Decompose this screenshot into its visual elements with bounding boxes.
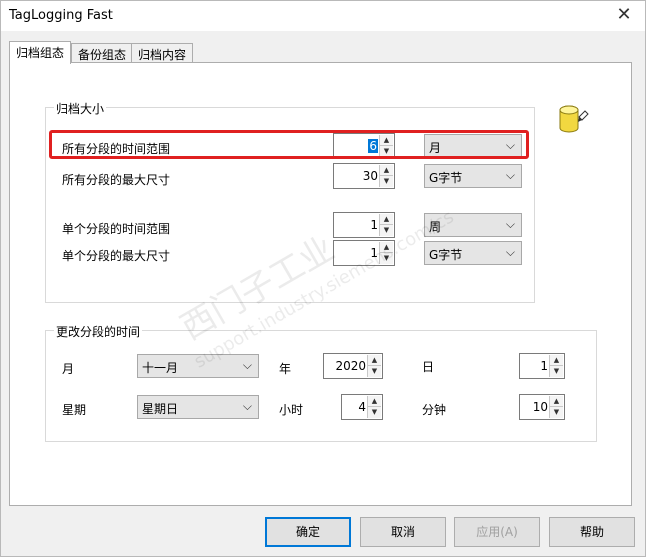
month-label: 月 — [62, 362, 75, 376]
archive-size-title: 归档大小 — [54, 100, 107, 117]
title-bar: TagLogging Fast ✕ — [1, 1, 645, 31]
select-value: G字节 — [429, 171, 463, 185]
help-button[interactable]: 帮助 — [549, 517, 635, 547]
spinner-arrows[interactable]: ▲ ▼ — [367, 396, 381, 418]
database-edit-icon[interactable] — [557, 103, 589, 137]
chevron-down-icon: ⌵ — [505, 245, 515, 259]
tab-label: 备份组态 — [78, 48, 127, 62]
change-time-title: 更改分段的时间 — [54, 323, 143, 340]
spin-down-icon[interactable]: ▼ — [368, 407, 381, 418]
spinner-value[interactable]: 2020 — [335, 359, 366, 373]
spinner-value[interactable]: 30 — [363, 169, 378, 183]
segment-time-range-spinner[interactable]: 1 ▲ ▼ — [333, 212, 395, 238]
spin-up-icon[interactable]: ▲ — [380, 165, 393, 176]
minute-spinner[interactable]: 10 ▲ ▼ — [519, 394, 565, 420]
dialog-window: TagLogging Fast ✕ 归档组态 备份组态 归档内容 归档大小 所有… — [0, 0, 646, 557]
spin-down-icon[interactable]: ▼ — [380, 176, 393, 187]
select-value: 星期日 — [142, 402, 179, 416]
change-time-group: 更改分段的时间 — [45, 323, 597, 442]
chevron-down-icon: ⌵ — [242, 399, 252, 413]
spinner-value[interactable]: 1 — [370, 218, 378, 232]
total-size-unit-select[interactable]: G字节 ⌵ — [424, 164, 522, 188]
apply-button[interactable]: 应用(A) — [454, 517, 540, 547]
tab-label: 归档组态 — [16, 46, 65, 60]
spin-down-icon[interactable]: ▼ — [550, 407, 563, 418]
weekday-label: 星期 — [62, 403, 87, 417]
spinner-arrows[interactable]: ▲ ▼ — [379, 214, 393, 236]
total-max-size-spinner[interactable]: 30 ▲ ▼ — [333, 163, 395, 189]
total-max-size-label: 所有分段的最大尺寸 — [62, 173, 171, 187]
year-label: 年 — [279, 362, 292, 376]
spinner-arrows[interactable]: ▲ ▼ — [549, 396, 563, 418]
segment-time-range-label: 单个分段的时间范围 — [62, 222, 171, 236]
segment-max-size-label: 单个分段的最大尺寸 — [62, 249, 171, 263]
select-value: 十一月 — [142, 361, 179, 375]
spin-up-icon[interactable]: ▲ — [550, 396, 563, 407]
hour-label: 小时 — [279, 403, 304, 417]
segment-size-unit-select[interactable]: G字节 ⌵ — [424, 241, 522, 265]
tab-backup-config[interactable]: 备份组态 — [71, 43, 134, 63]
tab-archive-content[interactable]: 归档内容 — [131, 43, 194, 63]
ok-button[interactable]: 确定 — [265, 517, 351, 547]
spin-up-icon[interactable]: ▲ — [380, 214, 393, 225]
tab-archive-config[interactable]: 归档组态 — [9, 41, 72, 64]
spinner-arrows[interactable]: ▲ ▼ — [367, 355, 381, 377]
spinner-value[interactable]: 4 — [358, 400, 366, 414]
chevron-down-icon: ⌵ — [505, 217, 515, 231]
spinner-value[interactable]: 10 — [533, 400, 548, 414]
weekday-select[interactable]: 星期日 ⌵ — [137, 395, 259, 419]
tab-label: 归档内容 — [138, 48, 187, 62]
spinner-arrows[interactable]: ▲ ▼ — [549, 355, 563, 377]
chevron-down-icon: ⌵ — [242, 358, 252, 372]
spin-down-icon[interactable]: ▼ — [550, 366, 563, 377]
select-value: G字节 — [429, 248, 463, 262]
chevron-down-icon: ⌵ — [505, 168, 515, 182]
spin-up-icon[interactable]: ▲ — [550, 355, 563, 366]
window-title: TagLogging Fast — [9, 8, 113, 23]
close-icon[interactable]: ✕ — [611, 4, 637, 26]
year-spinner[interactable]: 2020 ▲ ▼ — [323, 353, 383, 379]
hour-spinner[interactable]: 4 ▲ ▼ — [341, 394, 383, 420]
spin-up-icon[interactable]: ▲ — [368, 396, 381, 407]
spinner-arrows[interactable]: ▲ ▼ — [379, 165, 393, 187]
spinner-value[interactable]: 1 — [540, 359, 548, 373]
cancel-button[interactable]: 取消 — [360, 517, 446, 547]
spin-down-icon[interactable]: ▼ — [368, 366, 381, 377]
day-label: 日 — [422, 360, 435, 374]
spin-up-icon[interactable]: ▲ — [368, 355, 381, 366]
highlight-box — [49, 130, 529, 159]
day-spinner[interactable]: 1 ▲ ▼ — [519, 353, 565, 379]
spin-down-icon[interactable]: ▼ — [380, 225, 393, 236]
minute-label: 分钟 — [422, 403, 447, 417]
